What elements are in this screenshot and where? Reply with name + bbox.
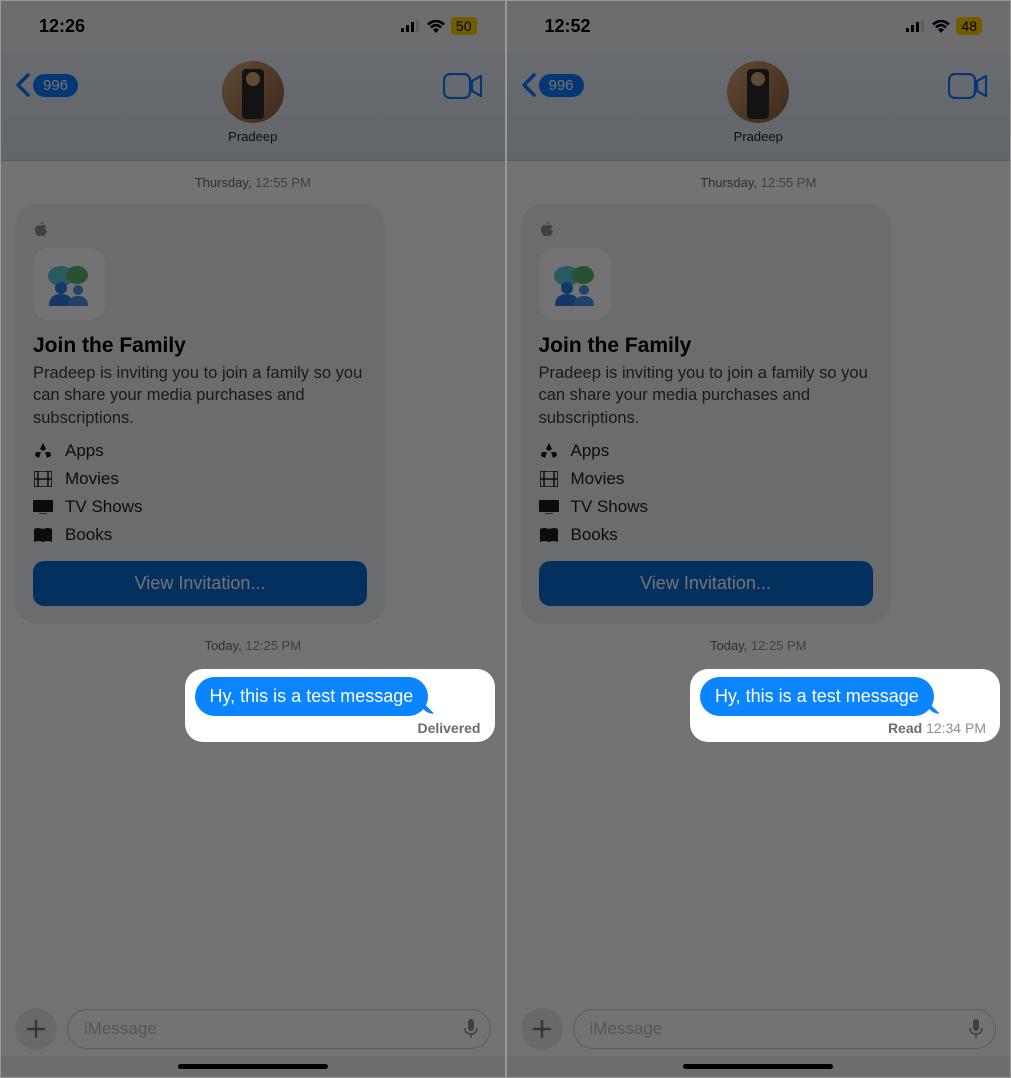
add-button[interactable]	[521, 1008, 563, 1050]
chevron-left-icon	[521, 73, 537, 97]
family-sharing-icon	[539, 248, 611, 320]
apps-icon	[33, 442, 53, 460]
battery-badge: 48	[956, 17, 982, 35]
books-icon	[539, 527, 559, 543]
back-button[interactable]: 996	[15, 73, 78, 97]
view-invitation-button[interactable]: View Invitation...	[33, 561, 367, 606]
avatar	[222, 61, 284, 123]
view-invitation-button[interactable]: View Invitation...	[539, 561, 873, 606]
unread-badge: 996	[33, 74, 78, 97]
card-description: Pradeep is inviting you to join a family…	[539, 362, 873, 429]
message-input[interactable]: iMessage	[67, 1009, 491, 1049]
feature-apps: Apps	[33, 441, 367, 461]
facetime-icon[interactable]	[443, 73, 483, 99]
plus-icon	[26, 1019, 46, 1039]
read-receipt: Read 12:34 PM	[700, 720, 990, 736]
books-icon	[33, 527, 53, 543]
contact-name: Pradeep	[734, 129, 783, 144]
movies-icon	[539, 471, 559, 487]
invitation-card: Join the Family Pradeep is inviting you …	[521, 204, 891, 624]
home-indicator[interactable]	[178, 1064, 328, 1069]
apps-icon	[539, 442, 559, 460]
phone-left: 12:26 50 996 Pradeep Thursday, 12:55 PM …	[0, 0, 506, 1078]
status-bar: 12:52 48	[507, 1, 1011, 51]
apple-logo-icon	[33, 220, 49, 238]
feature-tvshows: TV Shows	[33, 497, 367, 517]
timestamp-2: Today, 12:25 PM	[1, 624, 505, 667]
status-bar: 12:26 50	[1, 1, 505, 51]
feature-movies: Movies	[539, 469, 873, 489]
status-indicators: 48	[906, 17, 982, 35]
wifi-icon	[427, 20, 445, 33]
tv-icon	[539, 500, 559, 514]
sent-message-bubble[interactable]: Hy, this is a test message	[700, 677, 934, 716]
back-button[interactable]: 996	[521, 73, 584, 97]
delivery-receipt: Delivered	[195, 720, 485, 736]
timestamp-1: Thursday, 12:55 PM	[1, 161, 505, 204]
input-bar: iMessage	[507, 998, 1011, 1056]
chevron-left-icon	[15, 73, 31, 97]
home-indicator[interactable]	[683, 1064, 833, 1069]
contact-header[interactable]: Pradeep	[727, 61, 789, 144]
contact-header[interactable]: Pradeep	[222, 61, 284, 144]
status-time: 12:52	[545, 16, 591, 37]
apple-logo-icon	[539, 220, 555, 238]
status-indicators: 50	[401, 17, 477, 35]
cellular-icon	[906, 20, 926, 32]
contact-name: Pradeep	[228, 129, 277, 144]
timestamp-2: Today, 12:25 PM	[507, 624, 1011, 667]
unread-badge: 996	[539, 74, 584, 97]
status-time: 12:26	[39, 16, 85, 37]
feature-apps: Apps	[539, 441, 873, 461]
feature-tvshows: TV Shows	[539, 497, 873, 517]
message-input[interactable]: iMessage	[573, 1009, 997, 1049]
chat-area[interactable]: Thursday, 12:55 PM Join the Family Prade…	[507, 161, 1011, 998]
feature-books: Books	[33, 525, 367, 545]
timestamp-1: Thursday, 12:55 PM	[507, 161, 1011, 204]
feature-list: Apps Movies TV Shows Books	[33, 441, 367, 545]
highlighted-message: Hy, this is a test message Delivered	[185, 669, 495, 742]
cellular-icon	[401, 20, 421, 32]
family-sharing-icon	[33, 248, 105, 320]
sent-message-bubble[interactable]: Hy, this is a test message	[195, 677, 429, 716]
nav-header: 996 Pradeep	[507, 51, 1011, 161]
card-description: Pradeep is inviting you to join a family…	[33, 362, 367, 429]
highlighted-message: Hy, this is a test message Read 12:34 PM	[690, 669, 1000, 742]
avatar	[727, 61, 789, 123]
wifi-icon	[932, 20, 950, 33]
card-title: Join the Family	[33, 334, 367, 358]
battery-badge: 50	[451, 17, 477, 35]
feature-movies: Movies	[33, 469, 367, 489]
mic-icon[interactable]	[464, 1019, 478, 1039]
plus-icon	[532, 1019, 552, 1039]
add-button[interactable]	[15, 1008, 57, 1050]
nav-header: 996 Pradeep	[1, 51, 505, 161]
input-bar: iMessage	[1, 998, 505, 1056]
facetime-icon[interactable]	[948, 73, 988, 99]
movies-icon	[33, 471, 53, 487]
tv-icon	[33, 500, 53, 514]
input-placeholder: iMessage	[590, 1019, 663, 1039]
card-title: Join the Family	[539, 334, 873, 358]
phone-right: 12:52 48 996 Pradeep Thursday, 12:55 PM …	[506, 0, 1011, 1078]
input-placeholder: iMessage	[84, 1019, 157, 1039]
mic-icon[interactable]	[969, 1019, 983, 1039]
chat-area[interactable]: Thursday, 12:55 PM Join the Family Prade…	[1, 161, 505, 998]
feature-books: Books	[539, 525, 873, 545]
feature-list: Apps Movies TV Shows Books	[539, 441, 873, 545]
invitation-card: Join the Family Pradeep is inviting you …	[15, 204, 385, 624]
